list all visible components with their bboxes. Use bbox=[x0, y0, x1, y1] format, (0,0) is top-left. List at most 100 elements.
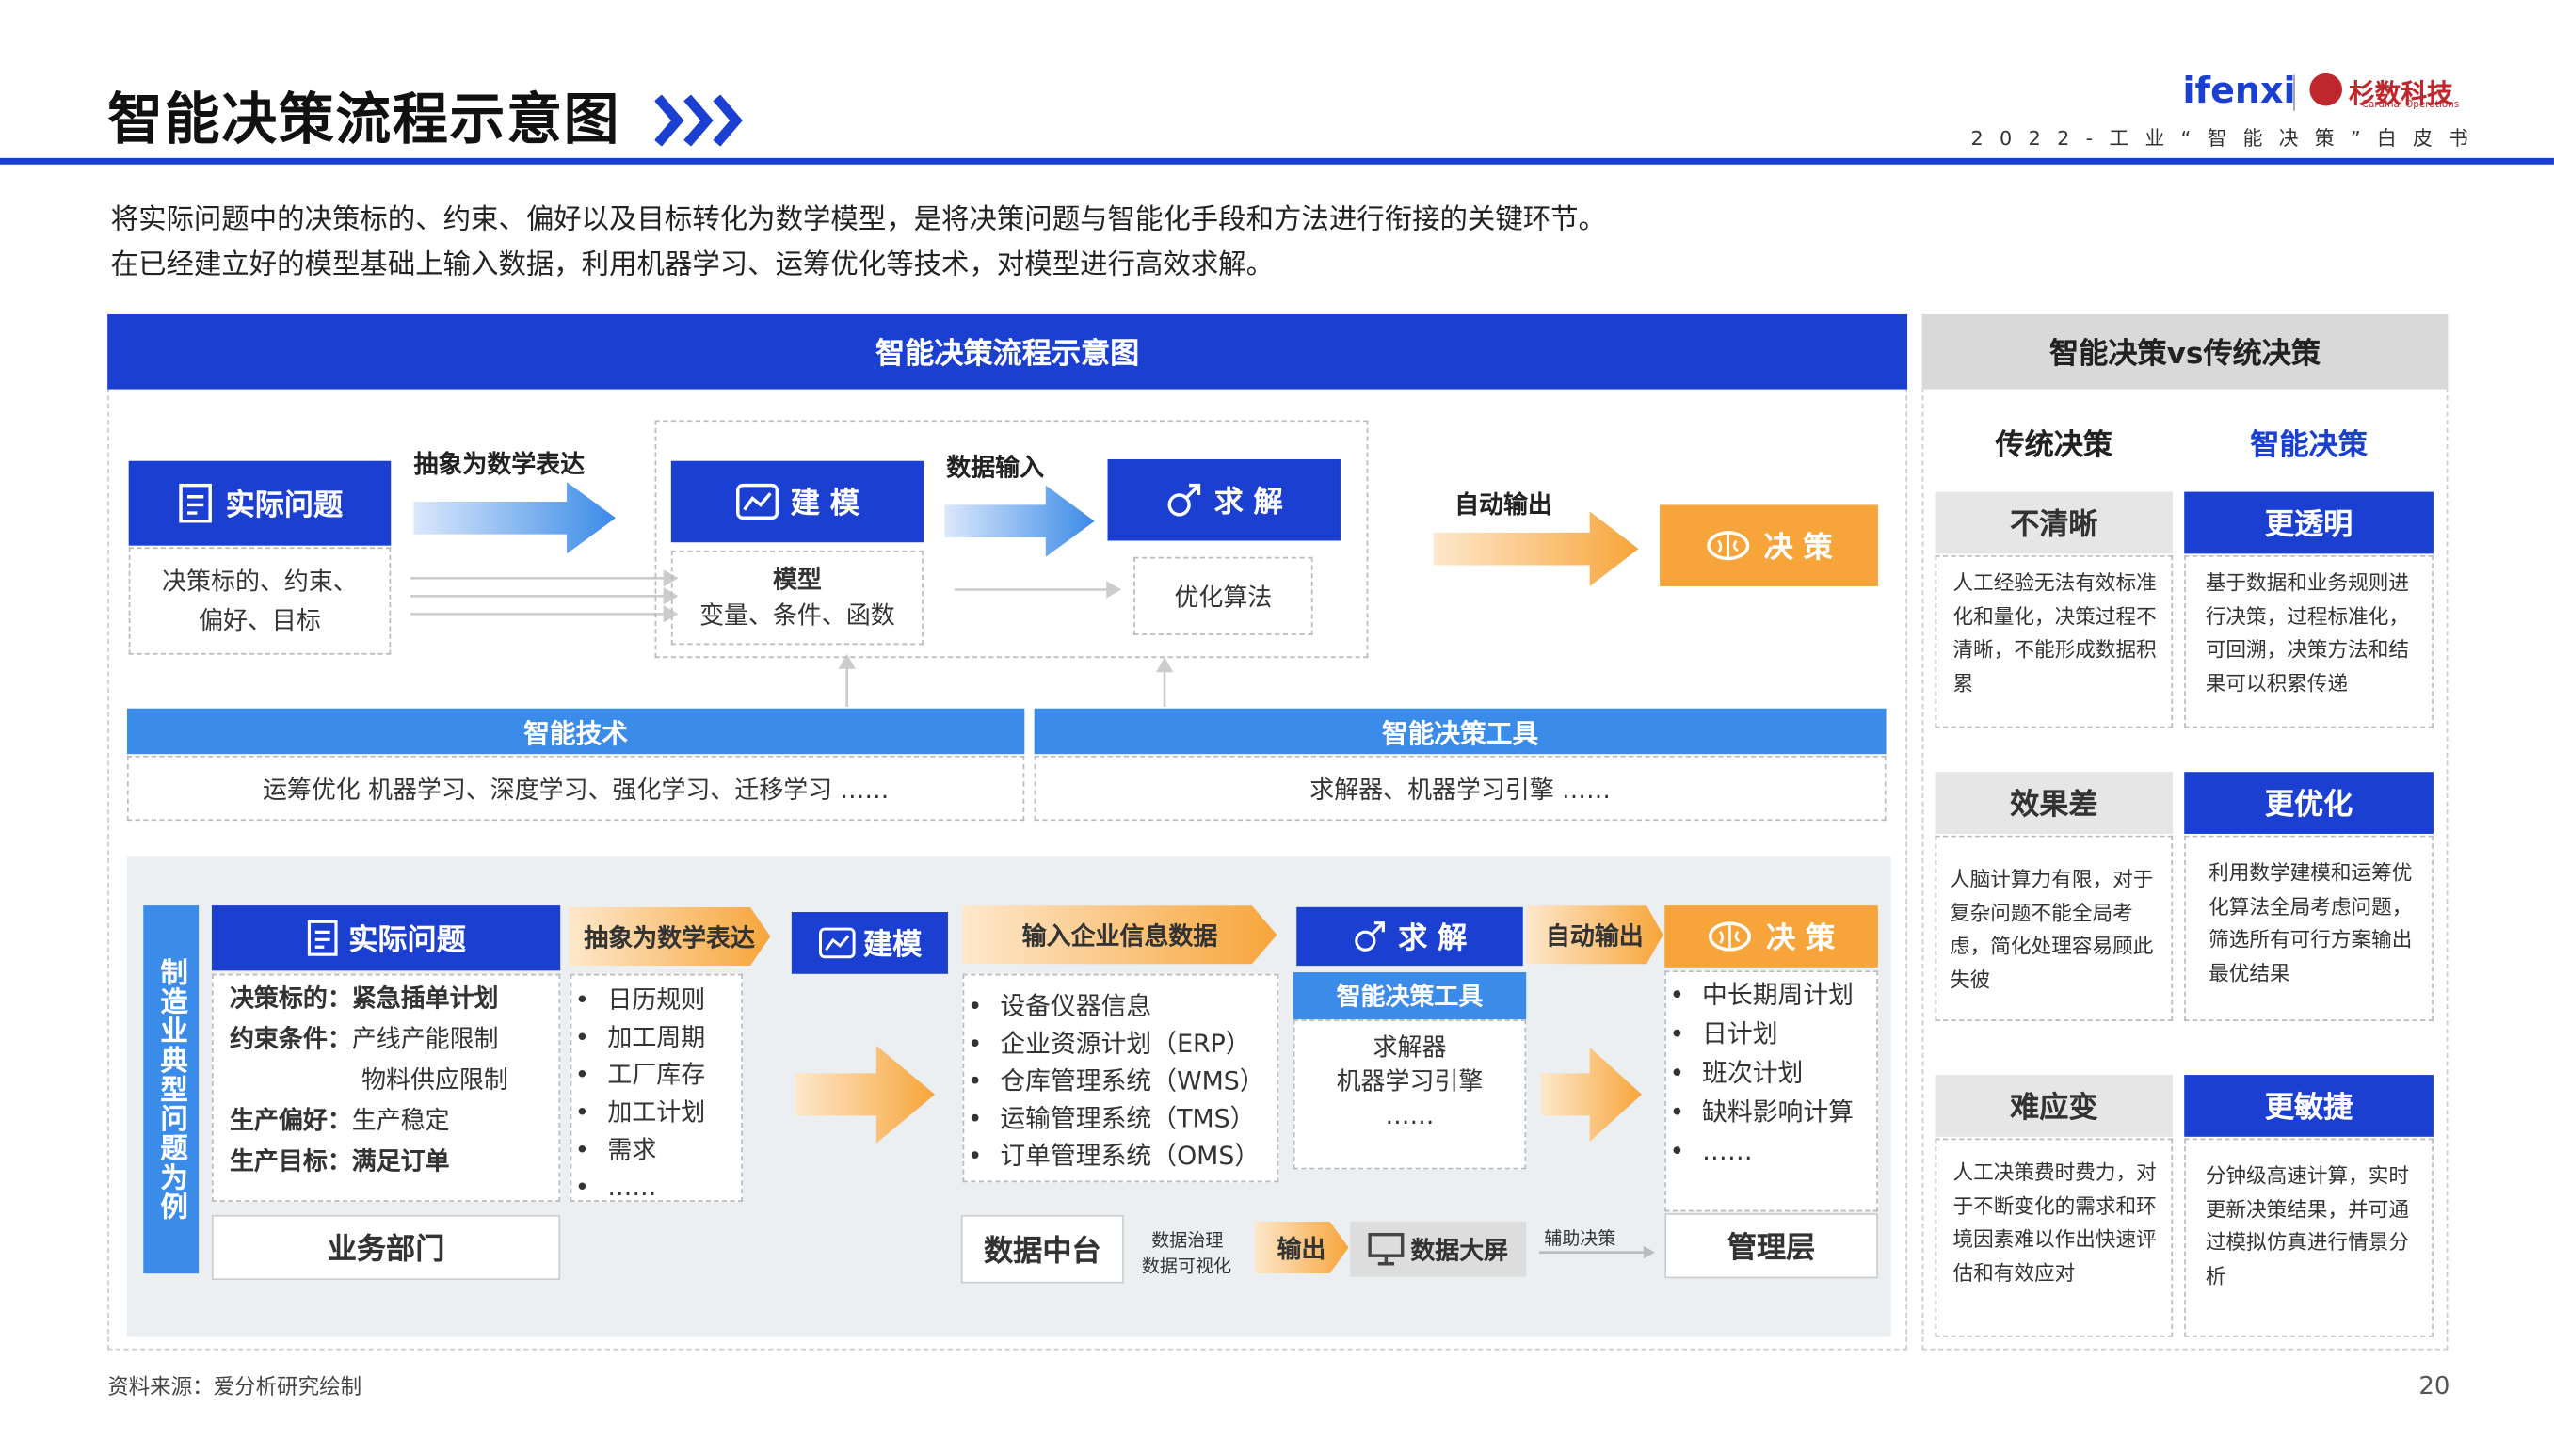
flow-tech-detail: 运筹优化 机器学习、深度学习、强化学习、迁移学习 …… bbox=[126, 755, 1025, 822]
header-rule bbox=[0, 157, 2554, 165]
list-item: 缺料影响计算 bbox=[1666, 1093, 1876, 1132]
smart-card-title: 更透明 bbox=[2184, 491, 2434, 554]
ex-screen-box: 数据大屏 bbox=[1350, 1221, 1527, 1277]
trad-card-text: 人脑计算力有限，对于复杂问题不能全局考虑，简化处理容易顾此失彼 bbox=[1935, 835, 2174, 1021]
ex-actual-line: 物料供应限制 bbox=[361, 1064, 508, 1095]
ex-actual-label: 实际问题 bbox=[348, 923, 466, 958]
brain-icon bbox=[1707, 531, 1749, 561]
ex-decision-label: 决 策 bbox=[1766, 921, 1836, 956]
ex-abstract-tag: 抽象为数学表达 bbox=[568, 906, 771, 967]
ex-solve-box: 求 解 bbox=[1296, 906, 1523, 967]
ex-gov-2: 数据可视化 bbox=[1141, 1256, 1232, 1277]
list-item: 仓库管理系统（WMS） bbox=[964, 1064, 1277, 1101]
flow-tool-connector bbox=[1155, 657, 1174, 707]
monitor-icon bbox=[1368, 1232, 1405, 1266]
list-item: 日历规则 bbox=[571, 982, 741, 1019]
ex-datahub-box: 数据中台 bbox=[960, 1214, 1124, 1284]
flow-model-label: 建 模 bbox=[790, 487, 859, 521]
brand-cardinal-en: Cardinal Operations bbox=[2361, 99, 2460, 111]
smart-card-title: 更优化 bbox=[2184, 772, 2434, 834]
ex-arrow-b-icon bbox=[1540, 1047, 1643, 1143]
report-subtitle: 2022-工业“智能决策”白皮书 bbox=[1970, 126, 2485, 151]
smart-card-text: 分钟级高速计算，实时更新决策结果，并可通过模拟仿真进行情景分析 bbox=[2184, 1138, 2434, 1337]
flow-decision-box: 决 策 bbox=[1660, 504, 1878, 586]
flow-model-detail-title: 模型 bbox=[772, 565, 822, 595]
trad-card-text: 人工经验无法有效标准化和量化，决策过程不清晰，不能形成数据积累 bbox=[1935, 555, 2174, 728]
ex-tool-detail: 求解器 机器学习引擎 …… bbox=[1293, 1019, 1527, 1170]
list-item: 企业资源计划（ERP） bbox=[964, 1026, 1277, 1064]
ex-assist-arrow bbox=[1539, 1245, 1655, 1259]
ex-tool-header: 智能决策工具 bbox=[1293, 972, 1527, 1020]
flow-actual-label: 实际问题 bbox=[225, 488, 344, 523]
brand-divider bbox=[2293, 74, 2295, 111]
page-number: 20 bbox=[2418, 1370, 2450, 1401]
ex-tool-item: 求解器 bbox=[1373, 1032, 1447, 1063]
flow-actual-detail-1: 决策标的、约束、 bbox=[162, 567, 358, 597]
ex-actual-line: 决策标的：紧急插单计划 bbox=[229, 984, 499, 1014]
ex-actual-box: 实际问题 bbox=[211, 905, 561, 971]
ex-model-label: 建模 bbox=[863, 928, 923, 963]
flow-model-detail-text: 变量、条件、函数 bbox=[699, 600, 895, 631]
smart-card-text: 基于数据和业务规则进行决策，过程标准化，可回溯，决策方法和结果可以积累传递 bbox=[2184, 555, 2434, 728]
page-title: 智能决策流程示意图 bbox=[107, 88, 621, 153]
list-item: 班次计划 bbox=[1666, 1054, 1876, 1094]
flow-solve-label: 求 解 bbox=[1213, 485, 1283, 520]
list-item: 中长期周计划 bbox=[1666, 976, 1876, 1016]
ex-dept-box: 业务部门 bbox=[211, 1214, 561, 1281]
chart-window-icon-2 bbox=[819, 927, 856, 959]
smart-card-text: 利用数学建模和运筹优化算法全局考虑问题，筛选所有可行方案输出最优结果 bbox=[2184, 835, 2434, 1021]
list-item: 加工周期 bbox=[571, 1019, 741, 1057]
compare-col-trad: 传统决策 bbox=[1995, 428, 2113, 463]
flow-solve-detail: 优化算法 bbox=[1133, 556, 1313, 635]
solve-icon-2 bbox=[1355, 921, 1386, 952]
trad-card-title: 难应变 bbox=[1935, 1075, 2174, 1137]
list-item: …… bbox=[1666, 1132, 1876, 1172]
compare-col-smart: 智能决策 bbox=[2250, 428, 2368, 463]
trad-card-title: 不清晰 bbox=[1935, 491, 2174, 554]
flow-model-detail: 模型 变量、条件、函数 bbox=[670, 550, 924, 646]
chevrons-icon bbox=[654, 94, 743, 147]
list-item: 订单管理系统（OMS） bbox=[964, 1139, 1277, 1176]
flow-solve-box: 求 解 bbox=[1107, 458, 1341, 541]
list-item: 运输管理系统（TMS） bbox=[964, 1101, 1277, 1139]
ex-actual-detail: 决策标的：紧急插单计划 约束条件：产线产能限制 物料供应限制 生产偏好：生产稳定… bbox=[211, 973, 561, 1203]
ex-actual-line: 生产目标：满足订单 bbox=[229, 1146, 450, 1176]
intro-line-2: 在已经建立好的模型基础上输入数据，利用机器学习、运筹优化等技术，对模型进行高效求… bbox=[110, 248, 1275, 282]
solve-icon bbox=[1168, 483, 1201, 517]
flow-arrow2-label: 数据输入 bbox=[946, 453, 1045, 483]
brand-ifenxi-logo: ifenxi bbox=[2182, 72, 2296, 113]
ex-tool-item: 机器学习引擎 bbox=[1336, 1066, 1484, 1096]
ex-decision-box: 决 策 bbox=[1664, 905, 1878, 968]
list-item: 工厂库存 bbox=[571, 1057, 741, 1095]
flow-tools-header: 智能决策工具 bbox=[1034, 708, 1887, 755]
ex-screen-label: 数据大屏 bbox=[1410, 1235, 1509, 1265]
ex-mgmt-box: 管理层 bbox=[1664, 1213, 1878, 1279]
intro-line-1: 将实际问题中的决策标的、约束、偏好以及目标转化为数学模型，是将决策问题与智能化手… bbox=[110, 203, 1606, 236]
flow-actual-detail-2: 偏好、目标 bbox=[199, 605, 321, 635]
example-side-label: 制造业典型问题为例 bbox=[143, 905, 200, 1274]
document-icon-2 bbox=[307, 920, 338, 956]
flow-actual-detail: 决策标的、约束、 偏好、目标 bbox=[128, 547, 392, 655]
flow-arrow1-label: 抽象为数学表达 bbox=[413, 449, 586, 479]
ex-actual-line: 生产偏好：生产稳定 bbox=[229, 1105, 450, 1136]
list-item: 加工计划 bbox=[571, 1095, 741, 1132]
ex-output-tag: 输出 bbox=[1254, 1221, 1349, 1274]
list-item: …… bbox=[571, 1169, 741, 1207]
ex-solve-label: 求 解 bbox=[1398, 921, 1468, 956]
ex-input-list: 设备仪器信息 企业资源计划（ERP） 仓库管理系统（WMS） 运输管理系统（TM… bbox=[962, 973, 1279, 1183]
flow-arrow3-icon bbox=[1433, 511, 1639, 586]
ex-tool-item: …… bbox=[1385, 1100, 1435, 1130]
list-item: 需求 bbox=[571, 1132, 741, 1170]
chart-window-icon bbox=[736, 483, 779, 520]
flow-actual-box: 实际问题 bbox=[128, 460, 392, 546]
list-item: 设备仪器信息 bbox=[964, 988, 1277, 1026]
flow-arrow1-icon bbox=[413, 482, 617, 554]
cardinal-logo-icon bbox=[2309, 72, 2343, 106]
source-note: 资料来源：爱分析研究绘制 bbox=[107, 1376, 362, 1401]
ex-actual-line: 约束条件：产线产能限制 bbox=[229, 1024, 499, 1054]
flow-arrow2-icon bbox=[944, 485, 1095, 557]
flow-panel-header: 智能决策流程示意图 bbox=[107, 313, 1908, 390]
list-item: 日计划 bbox=[1666, 1015, 1876, 1054]
flow-model-box: 建 模 bbox=[670, 460, 924, 543]
brain-icon-2 bbox=[1709, 921, 1752, 952]
